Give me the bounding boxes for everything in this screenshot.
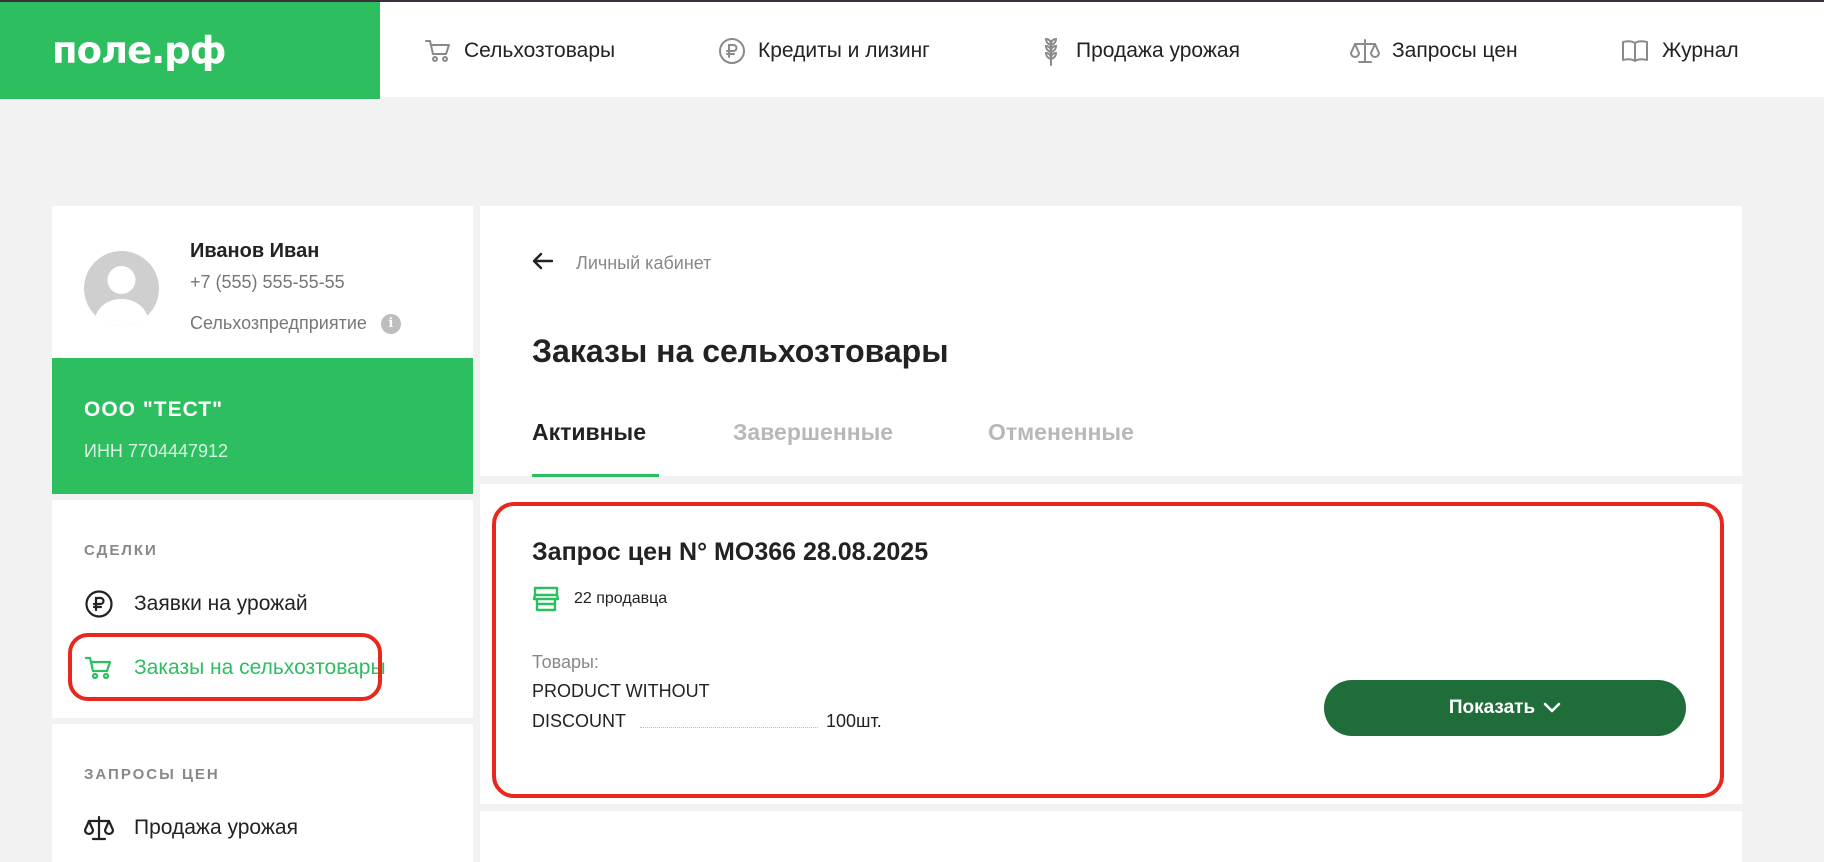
next-order-card	[480, 811, 1742, 862]
chevron-down-icon	[1543, 702, 1561, 713]
ruble-icon	[719, 37, 745, 64]
sellers-count: 22 продавца	[532, 586, 667, 612]
nav-item-agro-goods[interactable]: Сельхозтовары	[424, 2, 615, 99]
goods-label: Товары:	[532, 652, 599, 672]
nav-item-credits[interactable]: Кредиты и лизинг	[718, 2, 930, 99]
main-panel: Личный кабинет Заказы на сельхозтовары А…	[480, 206, 1742, 477]
show-button[interactable]: Показать	[1324, 680, 1686, 736]
tab-completed[interactable]: Завершенные	[733, 419, 893, 446]
highlight-outline	[68, 633, 382, 701]
dotted-leader	[640, 727, 818, 728]
store-icon	[532, 586, 560, 612]
user-silhouette-icon	[94, 266, 149, 326]
info-icon[interactable]: i	[380, 313, 401, 334]
nav-item-label: Журнал	[1662, 38, 1739, 62]
tab-cancelled[interactable]: Отмененные	[988, 419, 1134, 446]
show-button-label: Показать	[1448, 697, 1536, 718]
deals-section-title: СДЕЛКИ	[84, 542, 158, 559]
company-inn: ИНН 7704447912	[84, 441, 229, 461]
order-card: Запрос цен N° MO366 28.08.2025 22 продав…	[480, 484, 1742, 804]
wheat-icon	[1044, 37, 1058, 66]
top-header: поле.рф Сельхозтовары Кредиты и лизинг П…	[0, 0, 1824, 99]
nav-item-journal[interactable]: Журнал	[1620, 2, 1739, 99]
product-name-line1: PRODUCT WITHOUT	[532, 681, 710, 701]
price-requests-section: ЗАПРОСЫ ЦЕН Продажа урожая	[52, 724, 473, 862]
breadcrumb[interactable]: Личный кабинет	[576, 253, 711, 274]
tab-active[interactable]: Активные	[532, 419, 646, 446]
company-card[interactable]: ООО "ТЕСТ" ИНН 7704447912	[52, 358, 473, 494]
back-arrow-icon[interactable]	[532, 252, 554, 275]
sellers-label: 22 продавца	[574, 590, 668, 607]
cart-icon	[425, 39, 450, 62]
deals-section: СДЕЛКИ Заявки на урожай Заказы на сельхо…	[52, 500, 473, 718]
price-requests-section-title: ЗАПРОСЫ ЦЕН	[84, 766, 220, 783]
nav-item-label: Кредиты и лизинг	[758, 38, 930, 62]
company-name: ООО "ТЕСТ"	[84, 398, 224, 421]
sidebar-item-harvest-sale[interactable]: Продажа урожая	[84, 810, 298, 846]
scales-icon	[84, 815, 114, 841]
scales-icon	[1350, 38, 1380, 63]
profile-role: Сельхозпредприятие i	[190, 313, 401, 334]
profile-card: Иванов Иван +7 (555) 555-55-55 Сельхозпр…	[52, 206, 473, 358]
nav-item-harvest-sale[interactable]: Продажа урожая	[1038, 2, 1240, 99]
nav-item-price-requests[interactable]: Запросы цен	[1350, 2, 1518, 99]
ruble-circle-icon	[85, 590, 113, 618]
product-quantity: 100шт.	[826, 711, 882, 731]
nav-item-label: Запросы цен	[1392, 38, 1518, 62]
nav-item-label: Продажа урожая	[1076, 38, 1240, 62]
avatar[interactable]	[84, 251, 159, 326]
product-name-line2: DISCOUNT	[532, 711, 626, 731]
sidebar-item-label: Продажа урожая	[134, 816, 298, 839]
profile-phone: +7 (555) 555-55-55	[190, 272, 345, 292]
book-icon	[1622, 39, 1648, 62]
page-title: Заказы на сельхозтовары	[532, 333, 949, 369]
nav-item-label: Сельхозтовары	[464, 38, 616, 62]
sidebar-item-label: Заявки на урожай	[134, 592, 308, 615]
profile-role-label: Сельхозпредприятие	[190, 313, 367, 333]
logo-block[interactable]: поле.рф	[0, 2, 380, 99]
profile-name: Иванов Иван	[190, 240, 320, 262]
active-tab-indicator	[532, 474, 659, 477]
site-logo[interactable]: поле.рф	[52, 29, 226, 72]
sidebar-item-harvest-requests[interactable]: Заявки на урожай	[84, 586, 308, 622]
order-title: Запрос цен N° MO366 28.08.2025	[532, 538, 929, 566]
